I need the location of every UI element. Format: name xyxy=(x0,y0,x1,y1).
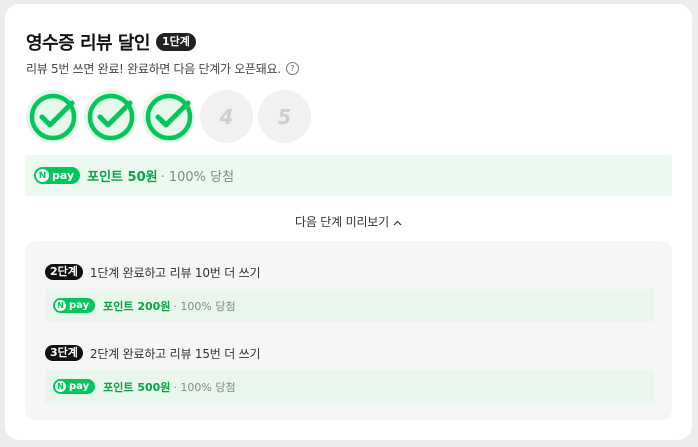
help-icon[interactable]: ? xyxy=(285,62,299,75)
progress-stamps: 4 5 xyxy=(26,90,316,143)
step-reward-points: 포인트 500원 xyxy=(103,380,171,394)
step-header: 3단계 2단계 완료하고 리뷰 15번 더 쓰기 xyxy=(45,344,654,362)
chevron-up-icon xyxy=(393,215,402,229)
npay-n-icon: N xyxy=(36,169,49,182)
step-description: 1단계 완료하고 리뷰 10번 더 쓰기 xyxy=(89,265,261,280)
current-reward-box: N pay 포인트 50원 · 100% 당첨 xyxy=(25,155,672,196)
npay-logo: N pay xyxy=(34,167,81,184)
step-reward-box: N pay 포인트 200원 · 100% 당첨 xyxy=(45,289,654,322)
npay-n-icon: N xyxy=(55,300,66,311)
mission-description: 리뷰 5번 쓰면 완료! 완료하면 다음 단계가 오픈돼요. ? xyxy=(26,60,299,77)
reward-odds: · 100% 당첨 xyxy=(160,170,235,185)
npay-logo: N pay xyxy=(53,298,96,313)
npay-label: pay xyxy=(69,381,90,392)
reward-points: 포인트 50원 xyxy=(87,170,158,185)
step-badge: 2단계 xyxy=(45,264,83,280)
stamp-pending-5: 5 xyxy=(258,90,311,143)
stamp-completed-1 xyxy=(26,90,79,143)
stamp-pending-4: 4 xyxy=(200,90,253,143)
step-reward-points: 포인트 200원 xyxy=(103,299,171,313)
step-item-3: 3단계 2단계 완료하고 리뷰 15번 더 쓰기 N pay 포인트 500원 … xyxy=(45,344,654,403)
preview-toggle-label: 다음 단계 미리보기 xyxy=(295,215,389,229)
stamp-completed-3 xyxy=(142,90,195,143)
step-item-2: 2단계 1단계 완료하고 리뷰 10번 더 쓰기 N pay 포인트 200원 … xyxy=(45,263,654,322)
step-reward-odds: · 100% 당첨 xyxy=(173,299,236,313)
step-header: 2단계 1단계 완료하고 리뷰 10번 더 쓰기 xyxy=(45,263,654,281)
mission-description-text: 리뷰 5번 쓰면 완료! 완료하면 다음 단계가 오픈돼요. xyxy=(26,62,281,76)
stamp-completed-2 xyxy=(84,90,137,143)
level-badge: 1단계 xyxy=(155,33,196,51)
npay-label: pay xyxy=(69,300,90,311)
npay-n-icon: N xyxy=(55,381,66,392)
check-circle-icon xyxy=(29,93,76,140)
title-row: 영수증 리뷰 달인 1단계 xyxy=(26,29,196,55)
review-master-card: 영수증 리뷰 달인 1단계 리뷰 5번 쓰면 완료! 완료하면 다음 단계가 오… xyxy=(5,4,692,440)
page-title: 영수증 리뷰 달인 xyxy=(26,33,150,54)
step-reward-box: N pay 포인트 500원 · 100% 당첨 xyxy=(45,370,654,403)
next-steps-panel: 2단계 1단계 완료하고 리뷰 10번 더 쓰기 N pay 포인트 200원 … xyxy=(25,241,672,420)
next-step-preview-toggle[interactable]: 다음 단계 미리보기 xyxy=(5,213,692,230)
step-reward-odds: · 100% 당첨 xyxy=(173,380,236,394)
npay-label: pay xyxy=(52,169,75,182)
step-badge: 3단계 xyxy=(45,345,83,361)
step-description: 2단계 완료하고 리뷰 15번 더 쓰기 xyxy=(89,346,261,361)
check-circle-icon xyxy=(145,93,192,140)
check-circle-icon xyxy=(87,93,134,140)
npay-logo: N pay xyxy=(53,379,96,394)
